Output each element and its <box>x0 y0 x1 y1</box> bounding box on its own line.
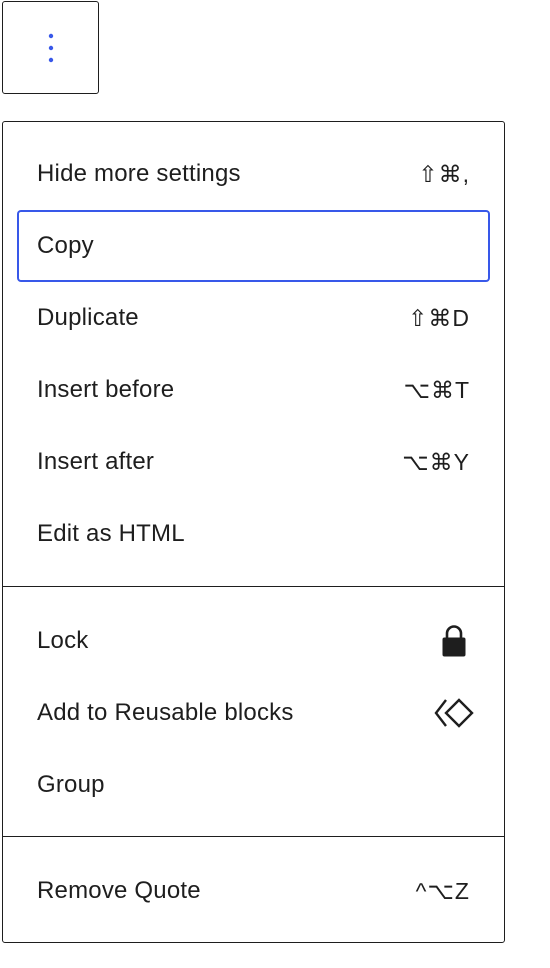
menu-separator <box>3 586 504 587</box>
menu-item-label: Duplicate <box>37 304 139 331</box>
menu-separator <box>3 836 504 837</box>
menu-item-edit-as-html[interactable]: Edit as HTML <box>17 498 490 570</box>
reusable-block-icon <box>432 691 476 735</box>
menu-item-label: Edit as HTML <box>37 520 185 547</box>
lock-icon <box>432 619 476 663</box>
menu-item-duplicate[interactable]: Duplicate ⇧⌘D <box>17 282 490 354</box>
menu-item-label: Insert after <box>37 448 155 475</box>
menu-item-lock[interactable]: Lock <box>17 605 490 677</box>
menu-item-insert-before[interactable]: Insert before ⌥⌘T <box>17 354 490 426</box>
menu-item-copy[interactable]: Copy <box>17 210 490 282</box>
block-options-button[interactable] <box>2 1 99 94</box>
menu-item-label: Group <box>37 771 105 798</box>
menu-item-group[interactable]: Group <box>17 749 490 821</box>
menu-item-shortcut: ^⌥Z <box>415 877 470 904</box>
menu-item-hide-more-settings[interactable]: Hide more settings ⇧⌘, <box>17 138 490 210</box>
menu-group-actions: Hide more settings ⇧⌘, Copy Duplicate ⇧⌘… <box>3 138 504 570</box>
menu-group-remove: Remove Quote ^⌥Z <box>3 855 504 927</box>
menu-item-shortcut: ⇧⌘, <box>418 160 470 187</box>
menu-group-block-tools: Lock Add to Reusable blocks Group <box>3 605 504 821</box>
menu-item-shortcut: ⌥⌘Y <box>402 448 470 475</box>
menu-item-insert-after[interactable]: Insert after ⌥⌘Y <box>17 426 490 498</box>
menu-item-label: Remove Quote <box>37 877 201 904</box>
menu-item-label: Insert before <box>37 376 175 403</box>
menu-item-label: Hide more settings <box>37 160 241 187</box>
menu-item-add-to-reusable-blocks[interactable]: Add to Reusable blocks <box>17 677 490 749</box>
menu-item-label: Copy <box>37 232 94 259</box>
menu-item-label: Add to Reusable blocks <box>37 699 294 726</box>
menu-item-shortcut: ⇧⌘D <box>408 304 470 331</box>
menu-item-label: Lock <box>37 627 89 654</box>
menu-item-remove-quote[interactable]: Remove Quote ^⌥Z <box>17 855 490 927</box>
vertical-ellipsis-icon <box>48 33 53 62</box>
menu-item-shortcut: ⌥⌘T <box>403 376 470 403</box>
block-options-menu: Hide more settings ⇧⌘, Copy Duplicate ⇧⌘… <box>2 121 505 943</box>
